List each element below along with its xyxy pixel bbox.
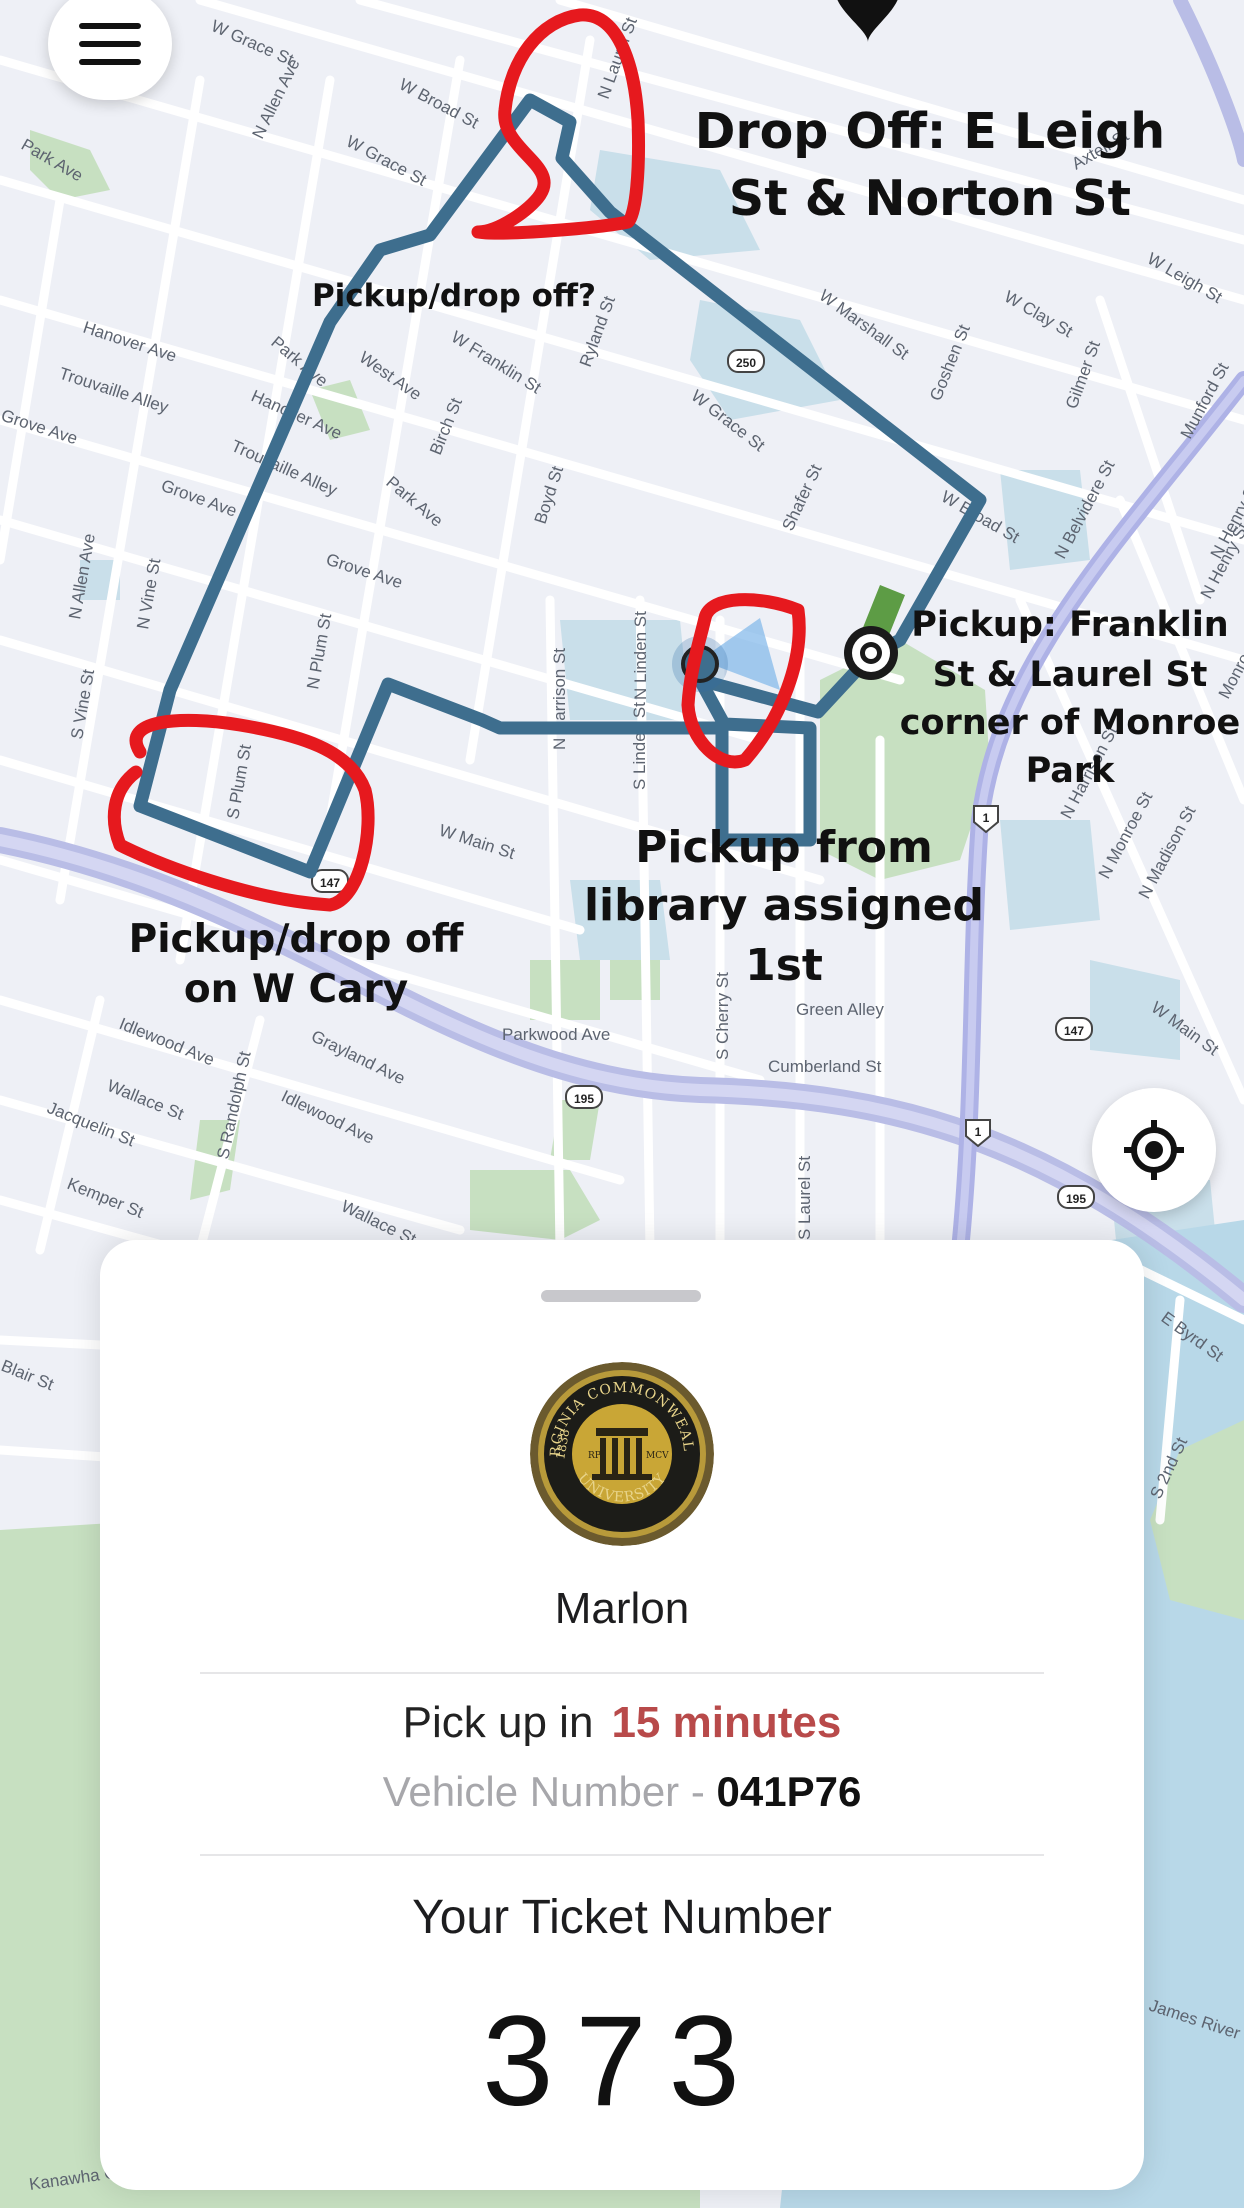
route-shield: 250: [736, 356, 756, 370]
vehicle-number: 041P76: [716, 1768, 862, 1815]
svg-text:Pickup/drop off: Pickup/drop off: [129, 917, 464, 962]
svg-text:corner of Monroe: corner of Monroe: [900, 703, 1240, 743]
route-shield: 195: [574, 1092, 594, 1106]
pickup-minutes: 15 minutes: [611, 1698, 842, 1747]
route-shield: 147: [1064, 1024, 1084, 1038]
street-label: Green Alley: [796, 1000, 884, 1019]
ticket-label: Your Ticket Number: [412, 1891, 832, 1944]
stop-marker-icon[interactable]: [844, 626, 898, 680]
sheet-drag-handle[interactable]: [541, 1290, 701, 1302]
annotation-pickup-dropoff-question: Pickup/drop off?: [312, 278, 596, 314]
street-label: S Cherry St: [713, 972, 732, 1060]
svg-text:St & Laurel St: St & Laurel St: [933, 655, 1208, 695]
route-shield: 1: [983, 811, 990, 825]
svg-text:on W Cary: on W Cary: [184, 967, 408, 1012]
vehicle-info: Vehicle Number - 041P76: [100, 1768, 1144, 1816]
route-shield: 195: [1066, 1192, 1086, 1206]
ticket-number: 373: [482, 1990, 762, 2133]
svg-text:library assigned: library assigned: [584, 880, 984, 931]
divider: [200, 1672, 1044, 1674]
vehicle-prefix: Vehicle Number -: [382, 1768, 705, 1815]
hamburger-icon: [79, 23, 141, 65]
pickup-eta: Pick up in 15 minutes: [100, 1698, 1144, 1748]
svg-text:Park: Park: [1026, 751, 1116, 791]
street-label: S Laurel St: [795, 1156, 814, 1240]
street-label: Parkwood Ave: [502, 1025, 610, 1044]
ride-details-sheet: VIRGINIA COMMONWEALTH UNIVERSITY 1838 RP…: [100, 1240, 1144, 2190]
street-label: N Harrison St: [550, 648, 569, 750]
svg-text:MCV: MCV: [646, 1451, 669, 1461]
svg-text:Pickup: Franklin: Pickup: Franklin: [911, 605, 1228, 645]
svg-text:Drop Off: E Leigh: Drop Off: E Leigh: [695, 103, 1165, 160]
svg-text:Pickup from: Pickup from: [635, 822, 933, 873]
my-location-button[interactable]: [1092, 1088, 1216, 1212]
svg-text:St & Norton St: St & Norton St: [729, 170, 1131, 227]
menu-button[interactable]: [48, 0, 172, 100]
crosshair-icon: [1124, 1120, 1184, 1180]
street-label: S Linden St: [630, 702, 649, 790]
driver-name: Marlon: [554, 1584, 690, 1633]
vcu-seal-logo: VIRGINIA COMMONWEALTH UNIVERSITY 1838 RP…: [530, 1362, 714, 1546]
svg-text:1st: 1st: [745, 940, 823, 991]
street-label: Cumberland St: [768, 1057, 882, 1076]
pickup-prefix: Pick up in: [402, 1698, 594, 1747]
route-shield: 1: [975, 1125, 982, 1139]
route-shield: 147: [320, 876, 340, 890]
svg-text:RPI: RPI: [588, 1451, 605, 1461]
divider: [200, 1854, 1044, 1856]
street-label: N Linden St: [631, 611, 650, 700]
